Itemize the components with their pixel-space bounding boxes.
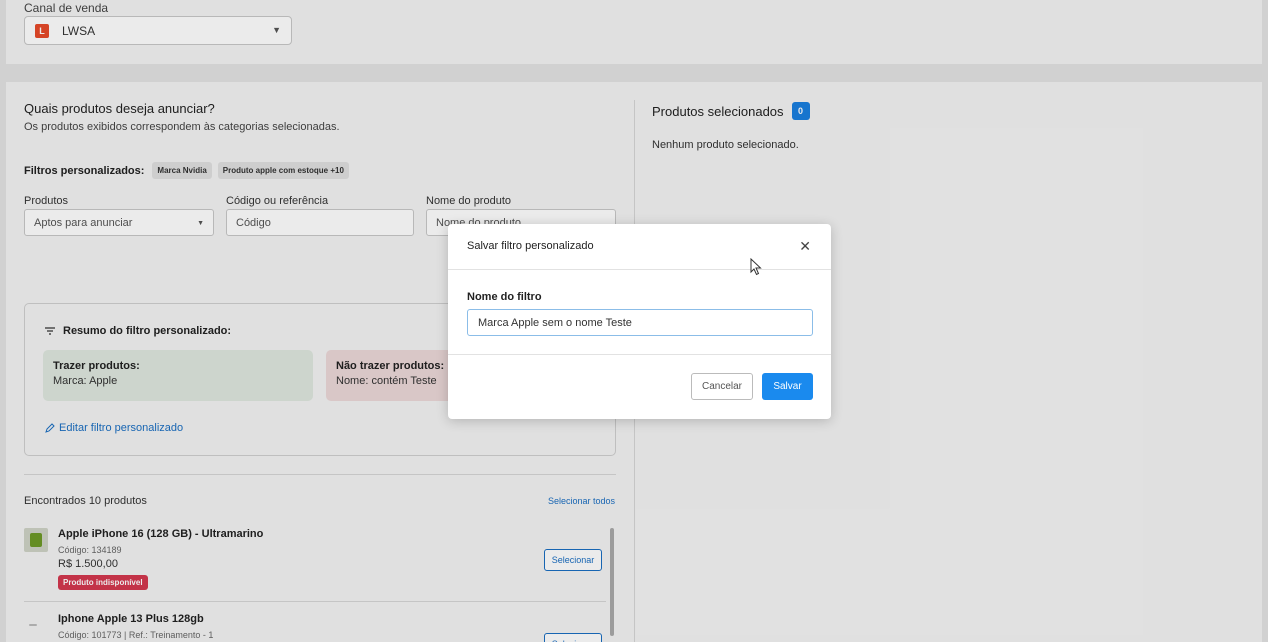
filter-name-label: Nome do filtro <box>467 291 542 303</box>
save-button[interactable]: Salvar <box>762 373 813 400</box>
filter-name-input[interactable]: Marca Apple sem o nome Teste <box>467 309 813 336</box>
filter-name-value: Marca Apple sem o nome Teste <box>478 317 632 329</box>
save-filter-modal: Salvar filtro personalizado ✕ Nome do fi… <box>448 224 831 419</box>
cancel-button[interactable]: Cancelar <box>691 373 753 400</box>
modal-footer-divider <box>448 354 831 355</box>
modal-header-divider <box>448 269 831 270</box>
close-icon[interactable]: ✕ <box>799 238 811 255</box>
mouse-cursor-icon <box>750 258 762 276</box>
modal-title: Salvar filtro personalizado <box>467 240 594 252</box>
